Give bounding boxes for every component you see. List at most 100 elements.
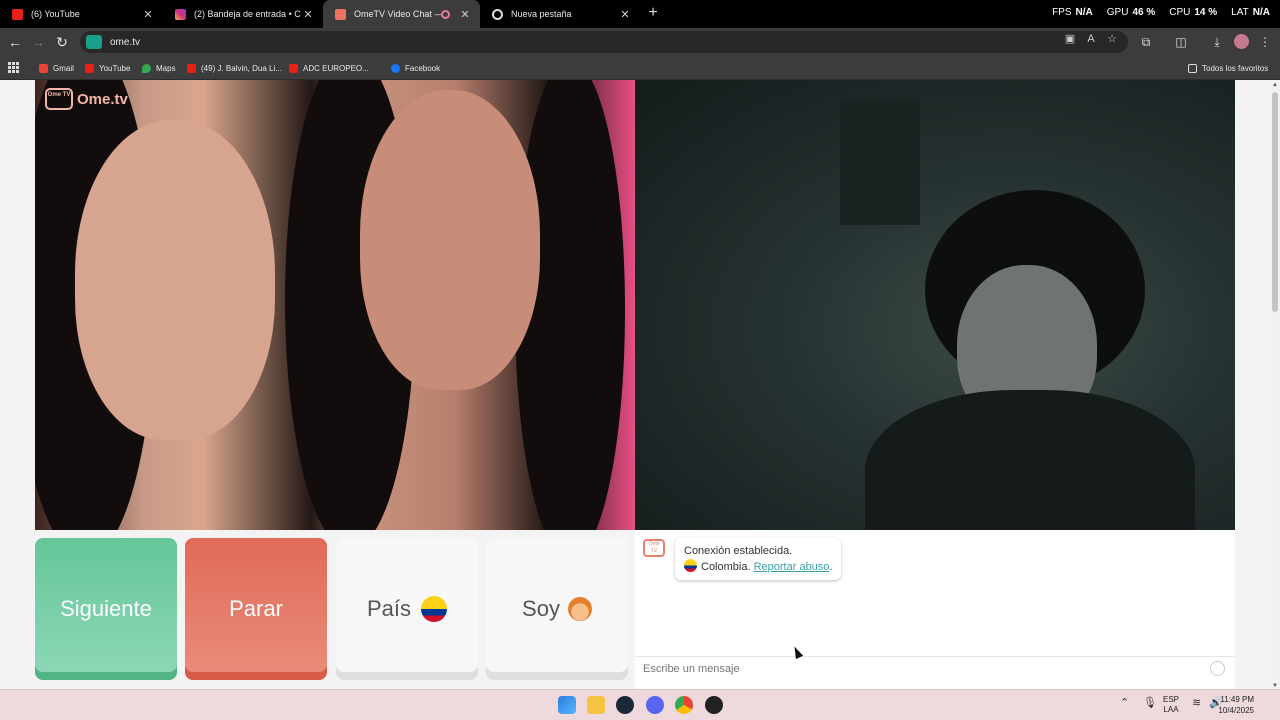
discord-icon[interactable] xyxy=(646,696,664,714)
close-icon[interactable]: ✕ xyxy=(141,8,155,21)
site-info-icon[interactable] xyxy=(86,35,102,49)
obs-icon[interactable] xyxy=(705,696,723,714)
gender-label: Soy xyxy=(522,596,560,621)
next-button[interactable]: Siguiente xyxy=(35,538,177,680)
address-bar[interactable]: ome.tv xyxy=(80,31,1128,53)
menu-icon[interactable]: ⋮ xyxy=(1257,34,1273,50)
bookmark-label: Gmail xyxy=(53,63,74,73)
bookmark-adc[interactable]: ADC EUROPEO... xyxy=(289,61,369,75)
boy-emoji-icon xyxy=(567,597,592,621)
chat-icon-label: Ome TV xyxy=(648,541,660,554)
fps-readout: FPS N/A xyxy=(1052,7,1093,18)
new-tab-icon[interactable]: + xyxy=(644,4,662,22)
remote-video: Ome TV Ome.tv xyxy=(35,80,635,530)
wifi-icon[interactable]: ≋ xyxy=(1192,696,1201,709)
message-bar xyxy=(635,656,1235,680)
control-buttons: Siguiente Parar País Soy xyxy=(35,538,628,680)
close-icon[interactable]: ✕ xyxy=(301,8,315,21)
translate-icon[interactable]: A xyxy=(1084,32,1098,46)
facebook-icon xyxy=(391,63,400,73)
person-face xyxy=(75,120,275,440)
bookmark-label: YouTube xyxy=(99,63,131,73)
install-app-icon[interactable]: ▣ xyxy=(1063,32,1077,46)
windows-start-icon[interactable] xyxy=(558,696,576,714)
windows-taskbar: ⌃ 🎙 ESP LAA ≋ 🔊 11:49 PM 10/4/2025 xyxy=(0,689,1280,720)
lat-readout: LAT N/A xyxy=(1231,7,1270,18)
bookmark-star-icon[interactable]: ☆ xyxy=(1105,32,1119,46)
cpu-readout: CPU 14 % xyxy=(1169,7,1218,18)
download-icon[interactable]: ⤓ xyxy=(1209,34,1225,50)
tray-chevron-icon[interactable]: ⌃ xyxy=(1120,696,1129,709)
profile-avatar[interactable] xyxy=(1234,34,1249,49)
bookmark-label: Maps xyxy=(156,63,176,73)
bookmark-gmail[interactable]: Gmail xyxy=(39,61,74,75)
tab-new[interactable]: Nueva pestaña ✕ xyxy=(480,0,640,28)
extensions-icon[interactable]: ⧉ xyxy=(1138,34,1154,50)
bookmark-youtube[interactable]: YouTube xyxy=(85,61,130,75)
performance-overlay: FPS N/A GPU 46 % CPU 14 % LAT N/A xyxy=(1052,7,1270,18)
report-abuse-link[interactable]: Reportar abuso xyxy=(754,561,830,573)
tab-title: (2) Bandeja de entrada • Chats xyxy=(194,9,301,19)
all-bookmarks[interactable]: Todos los favoritos xyxy=(1188,61,1268,75)
page-scrollbar[interactable]: ▲ ▼ xyxy=(1270,80,1280,689)
clock-time: 11:49 PM xyxy=(1220,695,1254,704)
local-video xyxy=(635,80,1235,530)
tab-strip: (6) YouTube ✕ (2) Bandeja de entrada • C… xyxy=(0,0,1280,28)
file-explorer-icon[interactable] xyxy=(587,696,605,714)
back-icon[interactable]: ← xyxy=(7,34,23,50)
wall-poster xyxy=(840,100,920,225)
ometv-logo: Ome TV Ome.tv xyxy=(45,88,128,110)
chrome-icon[interactable] xyxy=(675,696,693,714)
bookmark-maps[interactable]: Maps xyxy=(142,61,176,75)
chat-panel: Ome TV Conexión establecida. Colombia. R… xyxy=(635,530,1235,689)
keyboard-layout: LAA xyxy=(1163,705,1179,714)
report-suffix: . xyxy=(829,561,833,573)
forward-icon[interactable]: → xyxy=(30,34,46,50)
ometv-page: Ome TV Ome.tv Siguiente Parar País Soy O… xyxy=(0,80,1270,689)
maps-pin-icon xyxy=(142,63,151,73)
connection-status: Conexión establecida. xyxy=(684,545,793,557)
gender-button[interactable]: Soy xyxy=(486,538,628,680)
system-clock[interactable]: 11:49 PM 10/4/2025 xyxy=(1218,694,1254,716)
apps-grid-icon[interactable] xyxy=(8,62,19,73)
tab-ometv[interactable]: OmeTV Video Chat — Ome ✕ xyxy=(323,0,480,28)
scroll-up-icon[interactable]: ▲ xyxy=(1270,82,1280,88)
country-line: Colombia. Reportar abuso. xyxy=(684,559,832,575)
browser-toolbar: ← → ↻ ome.tv ▣ A ☆ ⧉ ◫ ⤓ ⋮ xyxy=(0,28,1280,56)
youtube-icon xyxy=(12,8,23,20)
recording-icon xyxy=(441,9,450,19)
tab-title: Nueva pestaña xyxy=(511,9,572,19)
steam-icon[interactable] xyxy=(616,696,634,714)
close-icon[interactable]: ✕ xyxy=(458,8,472,21)
microphone-icon[interactable]: 🎙 xyxy=(1143,696,1157,709)
tab-instagram[interactable]: (2) Bandeja de entrada • Chats ✕ xyxy=(163,0,323,28)
scroll-thumb[interactable] xyxy=(1272,92,1278,312)
language-indicator[interactable]: ESP LAA xyxy=(1163,695,1179,715)
globe-icon xyxy=(492,8,503,20)
colombia-flag-icon xyxy=(421,596,448,622)
gpu-readout: GPU 46 % xyxy=(1106,7,1156,18)
country-name: Colombia. xyxy=(701,561,751,573)
close-icon[interactable]: ✕ xyxy=(618,8,632,21)
bookmark-label: (49) J. Balvin, Dua Li... xyxy=(201,63,282,73)
tab-youtube[interactable]: (6) YouTube ✕ xyxy=(0,0,163,28)
logo-text: Ome.tv xyxy=(77,90,128,108)
ometv-icon xyxy=(335,8,346,20)
tab-title: (6) YouTube xyxy=(31,9,80,19)
side-panel-icon[interactable]: ◫ xyxy=(1173,34,1189,50)
youtube-icon xyxy=(85,63,94,73)
instagram-icon xyxy=(175,8,186,20)
message-input[interactable] xyxy=(643,662,1183,675)
stop-button[interactable]: Parar xyxy=(185,538,327,680)
bookmark-label: ADC EUROPEO... xyxy=(303,63,369,73)
country-button[interactable]: País xyxy=(336,538,478,680)
lang-code: ESP xyxy=(1163,695,1180,704)
bookmark-facebook[interactable]: Facebook xyxy=(391,61,440,75)
bookmarks-bar: Gmail YouTube Maps (49) J. Balvin, Dua L… xyxy=(0,56,1280,80)
emoji-icon[interactable] xyxy=(1210,661,1225,676)
country-label: País xyxy=(366,596,412,621)
person-face xyxy=(360,90,540,390)
next-label: Siguiente xyxy=(60,596,152,621)
bookmark-balvin[interactable]: (49) J. Balvin, Dua Li... xyxy=(187,61,282,75)
reload-icon[interactable]: ↻ xyxy=(54,34,70,50)
